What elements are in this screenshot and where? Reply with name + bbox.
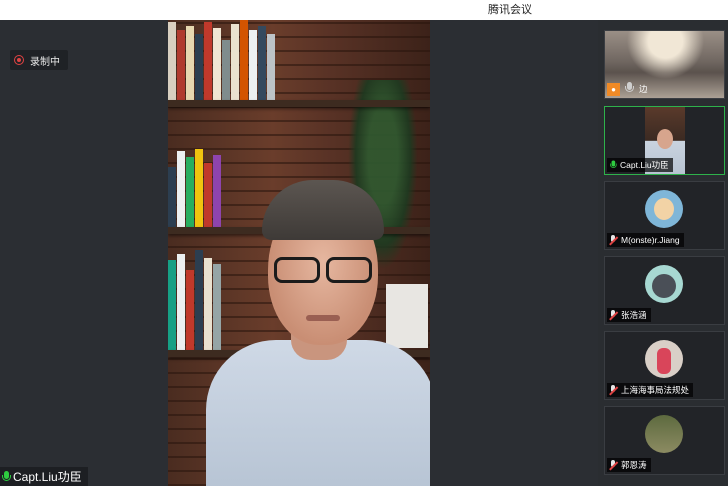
user-icon: ● xyxy=(607,83,620,96)
microphone-icon xyxy=(610,160,617,170)
participant-sidebar[interactable]: ● 边 Capt.Liu功臣 M(onste)r.Jiang 张浩涵 上海海事局… xyxy=(598,20,728,486)
participant-tile[interactable]: 张浩涵 xyxy=(604,256,725,325)
avatar xyxy=(645,340,683,378)
recording-label: 录制中 xyxy=(30,56,60,68)
main-speaker-video[interactable] xyxy=(168,20,430,486)
participant-tile[interactable]: ● 边 xyxy=(604,30,725,99)
participant-name: M(onste)r.Jiang xyxy=(621,235,680,245)
participant-face xyxy=(657,129,673,149)
participant-tile[interactable]: 郭恩涛 xyxy=(604,406,725,475)
avatar xyxy=(645,265,683,303)
participant-name: 郭恩涛 xyxy=(621,460,647,470)
conference-room-video xyxy=(605,31,724,98)
avatar xyxy=(645,190,683,228)
participant-tile[interactable]: 上海海事局法规处 xyxy=(604,331,725,400)
microphone-muted-icon xyxy=(609,384,618,396)
participant-name: Capt.Liu功臣 xyxy=(620,160,669,170)
shelf xyxy=(168,100,430,107)
participant-label: 上海海事局法规处 xyxy=(607,383,694,397)
microphone-muted-icon xyxy=(609,234,618,246)
window-title: 腾讯会议 xyxy=(488,4,532,16)
avatar xyxy=(645,415,683,453)
speaker-person xyxy=(206,170,430,486)
microphone-muted-icon xyxy=(609,309,618,321)
microphone-icon xyxy=(625,82,634,94)
participant-tile-active[interactable]: Capt.Liu功臣 xyxy=(604,106,725,175)
main-speaker-nametag: Capt.Liu功臣 xyxy=(0,467,88,486)
microphone-icon xyxy=(2,470,11,483)
participant-name: 边 xyxy=(639,84,648,94)
participant-label: 张浩涵 xyxy=(607,308,651,322)
window-titlebar: 腾讯会议 xyxy=(0,0,728,20)
participant-label: Capt.Liu功臣 xyxy=(607,158,673,172)
participant-label: M(onste)r.Jiang xyxy=(607,233,684,247)
participant-name: 上海海事局法规处 xyxy=(621,385,690,395)
microphone-muted-icon xyxy=(609,459,618,471)
bookshelf-books-top xyxy=(168,20,275,100)
record-icon xyxy=(14,55,24,65)
participant-tile[interactable]: M(onste)r.Jiang xyxy=(604,181,725,250)
recording-indicator[interactable]: 录制中 xyxy=(10,50,68,70)
main-speaker-name: Capt.Liu功臣 xyxy=(13,470,82,484)
participant-label: 郭恩涛 xyxy=(607,458,651,472)
participant-name: 张浩涵 xyxy=(621,310,647,320)
